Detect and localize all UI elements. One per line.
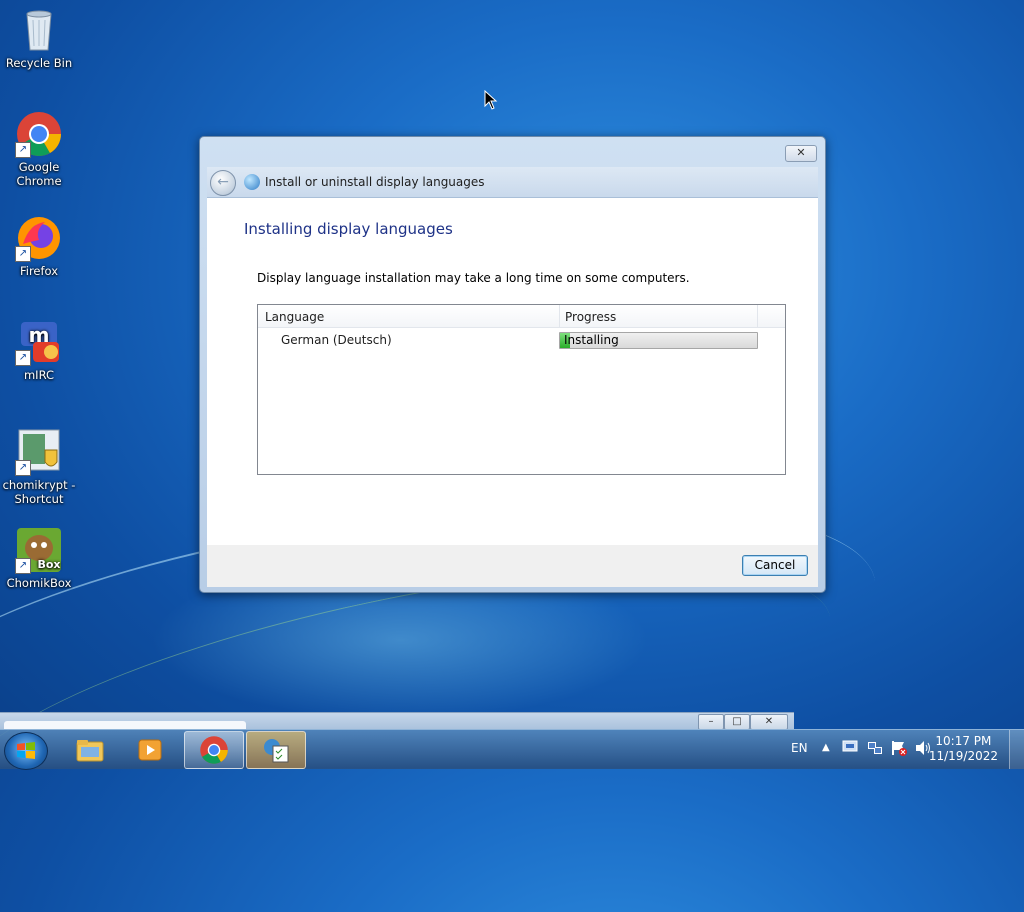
taskbar: EN ▲ 10:17 PM 11/19/2022	[0, 729, 1024, 770]
desktop-icon-label: Firefox	[19, 264, 59, 278]
desktop-icon-label: mIRC	[23, 368, 55, 382]
column-separator[interactable]	[757, 305, 758, 327]
language-name: German (Deutsch)	[281, 333, 392, 347]
progress-status: Installing	[564, 333, 619, 347]
system-clock[interactable]: 10:17 PM 11/19/2022	[929, 734, 998, 764]
language-installer-icon	[264, 739, 289, 763]
language-list-view[interactable]: Language Progress German (Deutsch) Insta…	[257, 304, 786, 475]
dialog-close-button[interactable]: ✕	[785, 145, 817, 162]
description-text: Display language installation may take a…	[257, 271, 690, 285]
desktop-icon-label: Recycle Bin	[5, 56, 73, 70]
shortcut-arrow-icon: ↗	[15, 460, 31, 476]
shortcut-arrow-icon: ↗	[15, 350, 31, 366]
start-button[interactable]	[4, 732, 48, 770]
column-header-language[interactable]: Language	[265, 310, 324, 324]
svg-text:Box: Box	[37, 558, 60, 571]
firefox-icon: ↗	[15, 214, 63, 262]
desktop-icon-chomikrypt[interactable]: ↗ chomikrypt - Shortcut	[0, 428, 78, 506]
desktop-icon-chomikbox[interactable]: Box ↗ ChomikBox	[0, 526, 78, 590]
list-header: Language Progress	[258, 305, 785, 328]
recycle-bin-icon	[15, 6, 63, 54]
dialog-nav-title: Install or uninstall display languages	[265, 175, 485, 189]
language-indicator[interactable]: EN	[791, 741, 808, 755]
taskbar-language-installer-button[interactable]	[246, 731, 306, 769]
dialog-content: Installing display languages Display lan…	[207, 198, 818, 545]
chomikrypt-icon: ↗	[15, 428, 63, 476]
windows-logo-icon	[17, 742, 35, 759]
column-header-progress[interactable]: Progress	[565, 310, 616, 324]
chrome-icon: ↗	[15, 110, 63, 158]
taskbar-media-player-button[interactable]	[120, 731, 180, 769]
chomikbox-icon: Box ↗	[15, 526, 63, 574]
install-progress-bar: Installing	[559, 332, 758, 349]
desktop-icon-mirc[interactable]: m ↗ mIRC	[0, 318, 78, 382]
dialog-navbar: ← Install or uninstall display languages	[207, 167, 818, 198]
desktop-icon-label: ChomikBox	[6, 576, 72, 590]
page-heading: Installing display languages	[244, 220, 453, 238]
taskbar-chrome-button[interactable]	[184, 731, 244, 769]
taskbar-explorer-button[interactable]	[60, 731, 120, 769]
desktop-icon-firefox[interactable]: ↗ Firefox	[0, 214, 78, 278]
network-icon[interactable]	[866, 739, 884, 760]
close-button[interactable]: ✕	[750, 714, 788, 730]
column-separator[interactable]	[559, 305, 560, 327]
chrome-icon	[200, 736, 228, 764]
clock-date: 11/19/2022	[928, 749, 998, 763]
show-desktop-button[interactable]	[1009, 730, 1024, 769]
clock-time: 10:17 PM	[935, 734, 992, 748]
maximize-button[interactable]: □	[724, 714, 750, 730]
shortcut-arrow-icon: ↗	[15, 142, 31, 158]
background-window-edge	[4, 721, 246, 729]
desktop-icon-recycle-bin[interactable]: Recycle Bin	[0, 6, 78, 70]
mouse-cursor-icon	[484, 89, 498, 113]
dialog-footer: Cancel	[207, 545, 818, 587]
desktop-icon-label: Google Chrome	[16, 160, 62, 188]
desktop-icon-google-chrome[interactable]: ↗ Google Chrome	[0, 110, 78, 188]
show-hidden-icons-button[interactable]: ▲	[822, 742, 830, 753]
install-languages-dialog: ✕ ← Install or uninstall display languag…	[199, 136, 826, 593]
action-center-icon[interactable]	[842, 739, 858, 758]
background-window-titlebar[interactable]: – □ ✕	[0, 712, 794, 730]
desktop-icon-label: chomikrypt - Shortcut	[2, 478, 76, 506]
mirc-icon: m ↗	[15, 318, 63, 366]
folder-icon	[76, 740, 104, 762]
back-arrow-icon[interactable]: ←	[210, 170, 236, 196]
media-player-icon	[138, 739, 162, 761]
globe-language-icon	[244, 174, 260, 190]
shortcut-arrow-icon: ↗	[15, 246, 31, 262]
minimize-button[interactable]: –	[698, 714, 724, 730]
shortcut-arrow-icon: ↗	[15, 558, 31, 574]
cancel-button[interactable]: Cancel	[742, 555, 808, 576]
flag-warning-icon[interactable]	[890, 739, 908, 760]
